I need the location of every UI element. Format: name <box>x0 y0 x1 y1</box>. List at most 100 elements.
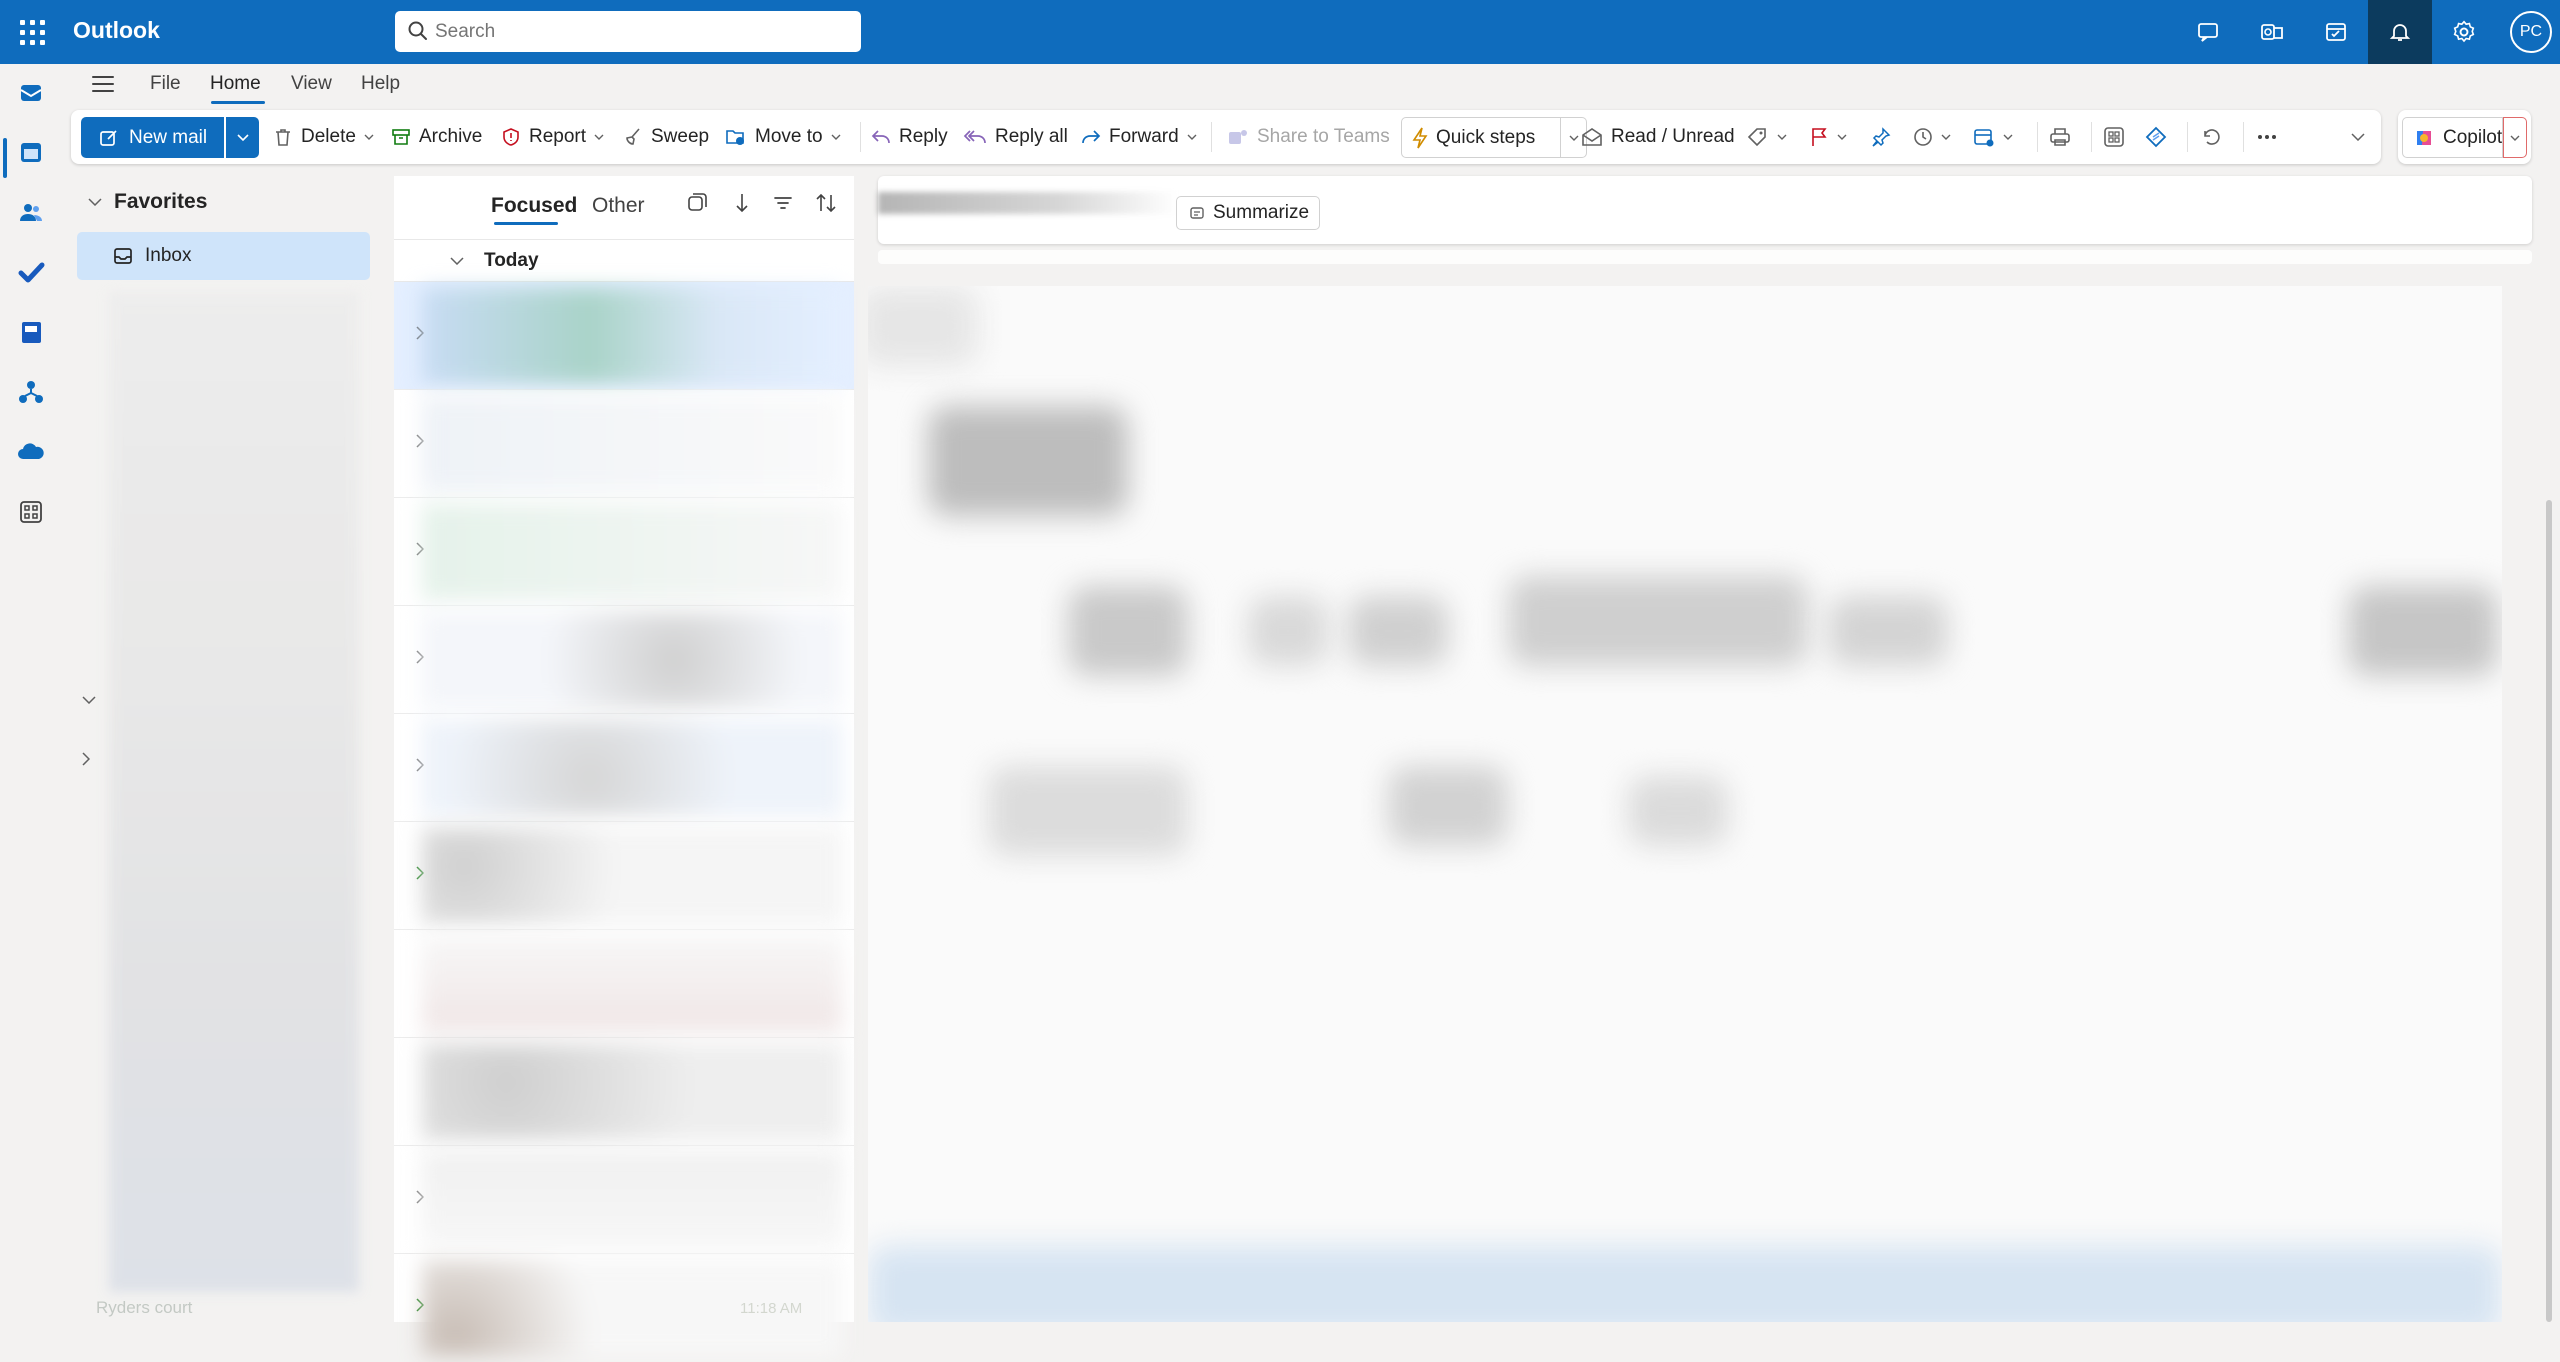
onedrive-icon[interactable] <box>15 436 47 468</box>
archive-icon <box>391 127 411 147</box>
tab-view[interactable]: View <box>291 73 332 95</box>
account-avatar[interactable]: PC <box>2510 11 2552 53</box>
settings-gear-icon[interactable] <box>2432 0 2496 64</box>
message-row[interactable] <box>394 822 854 930</box>
my-day-icon[interactable] <box>2304 0 2368 64</box>
app-title[interactable]: Outlook <box>73 17 160 44</box>
new-mail-dropdown[interactable] <box>226 117 259 158</box>
word-icon[interactable] <box>15 316 47 348</box>
tab-home[interactable]: Home <box>210 73 261 95</box>
share-to-teams-button[interactable]: Share to Teams <box>1227 110 1390 164</box>
lightning-icon <box>1412 127 1428 149</box>
divider <box>860 122 861 152</box>
folder-move-icon <box>725 127 747 147</box>
tab-other[interactable]: Other <box>592 194 645 218</box>
search-input[interactable] <box>435 15 845 48</box>
teams-icon <box>1227 127 1249 147</box>
message-row[interactable] <box>394 606 854 714</box>
sort-icon[interactable] <box>814 192 838 214</box>
hamburger-menu-icon[interactable] <box>92 75 114 93</box>
clock-icon <box>1913 127 1933 147</box>
reply-all-icon <box>963 128 987 146</box>
mail-icon[interactable] <box>15 76 47 108</box>
copilot-button[interactable]: Copilot <box>2402 117 2503 158</box>
insights-diamond-icon <box>2145 126 2167 148</box>
ellipsis-icon <box>2257 134 2277 140</box>
read-unread-button[interactable]: Read / Unread <box>1581 110 1735 164</box>
app-rail <box>0 64 62 1322</box>
chevron-down-icon <box>1187 134 1197 140</box>
report-button[interactable]: Report <box>501 110 604 164</box>
message-list-header: Focused Other <box>394 176 854 240</box>
message-row[interactable] <box>394 498 854 606</box>
chevron-right-icon[interactable] <box>82 752 90 766</box>
summarize-button[interactable]: Summarize <box>1176 196 1320 230</box>
chevron-down-icon <box>2351 133 2365 141</box>
favorites-header[interactable]: Favorites <box>88 190 207 214</box>
delete-label: Delete <box>301 126 356 147</box>
outlook-app-icon[interactable] <box>2240 0 2304 64</box>
tab-help[interactable]: Help <box>361 73 400 95</box>
undo-button[interactable] <box>2201 110 2221 164</box>
org-explorer-icon[interactable] <box>15 376 47 408</box>
message-row[interactable] <box>394 1146 854 1254</box>
todo-check-icon[interactable] <box>15 256 47 288</box>
reading-strip <box>878 250 2532 264</box>
apps-button[interactable] <box>2103 110 2125 164</box>
chevron-down-icon[interactable] <box>82 696 96 704</box>
flag-button[interactable] <box>1809 110 1847 164</box>
meet-now-icon[interactable] <box>2176 0 2240 64</box>
divider <box>1211 122 1212 152</box>
message-row-selected[interactable] <box>394 282 854 390</box>
copilot-dropdown[interactable] <box>2503 117 2527 158</box>
calendar-icon[interactable] <box>15 136 47 168</box>
viva-insights-button[interactable] <box>2145 110 2167 164</box>
forward-button[interactable]: Forward <box>1081 110 1197 164</box>
tab-file[interactable]: File <box>150 73 181 95</box>
message-row[interactable] <box>394 1038 854 1146</box>
summarize-icon <box>1189 205 1205 221</box>
share-to-teams-label: Share to Teams <box>1257 126 1390 147</box>
ribbon-collapse-button[interactable] <box>2351 110 2365 164</box>
snooze-button[interactable] <box>1913 110 1951 164</box>
search-box[interactable] <box>395 11 861 52</box>
print-button[interactable] <box>2049 110 2071 164</box>
folder-inbox[interactable]: Inbox <box>77 232 370 280</box>
message-list: Focused Other Today <box>394 176 1246 1356</box>
app-launcher-icon[interactable] <box>14 14 50 50</box>
message-obscured <box>422 936 842 1032</box>
filter-icon[interactable] <box>772 192 794 214</box>
group-header-today[interactable]: Today <box>394 240 854 282</box>
reply-all-label: Reply all <box>995 126 1068 147</box>
select-mode-icon[interactable] <box>686 192 708 214</box>
message-obscured <box>422 1044 842 1140</box>
tab-focused[interactable]: Focused <box>491 194 577 218</box>
categorize-button[interactable] <box>1747 110 1787 164</box>
divider <box>2187 122 2188 152</box>
message-row[interactable] <box>394 390 854 498</box>
flag-icon <box>1809 127 1829 147</box>
more-apps-icon[interactable] <box>15 496 47 528</box>
reply-all-button[interactable]: Reply all <box>963 110 1068 164</box>
message-row[interactable] <box>394 930 854 1038</box>
read-unread-label: Read / Unread <box>1611 126 1735 147</box>
rules-button[interactable] <box>1973 110 2013 164</box>
notifications-bell-icon[interactable] <box>2368 0 2432 64</box>
reply-button[interactable]: Reply <box>871 110 948 164</box>
message-sender: Ryders court <box>96 1298 193 1317</box>
message-row[interactable] <box>394 714 854 822</box>
message-obscured <box>422 828 842 924</box>
delete-button[interactable]: Delete <box>273 110 374 164</box>
people-icon[interactable] <box>15 196 47 228</box>
sweep-button[interactable]: Sweep <box>623 110 709 164</box>
more-options-button[interactable] <box>2257 110 2277 164</box>
window-scrollbar[interactable] <box>2546 500 2552 1322</box>
archive-button[interactable]: Archive <box>391 110 482 164</box>
jump-to-icon[interactable] <box>730 192 750 214</box>
quick-steps-button[interactable]: Quick steps <box>1401 117 1561 158</box>
new-mail-button[interactable]: New mail <box>81 117 224 158</box>
move-to-button[interactable]: Move to <box>725 110 841 164</box>
quick-steps-label: Quick steps <box>1436 126 1536 148</box>
pin-button[interactable] <box>1871 110 1891 164</box>
chevron-down-icon <box>1941 134 1951 140</box>
